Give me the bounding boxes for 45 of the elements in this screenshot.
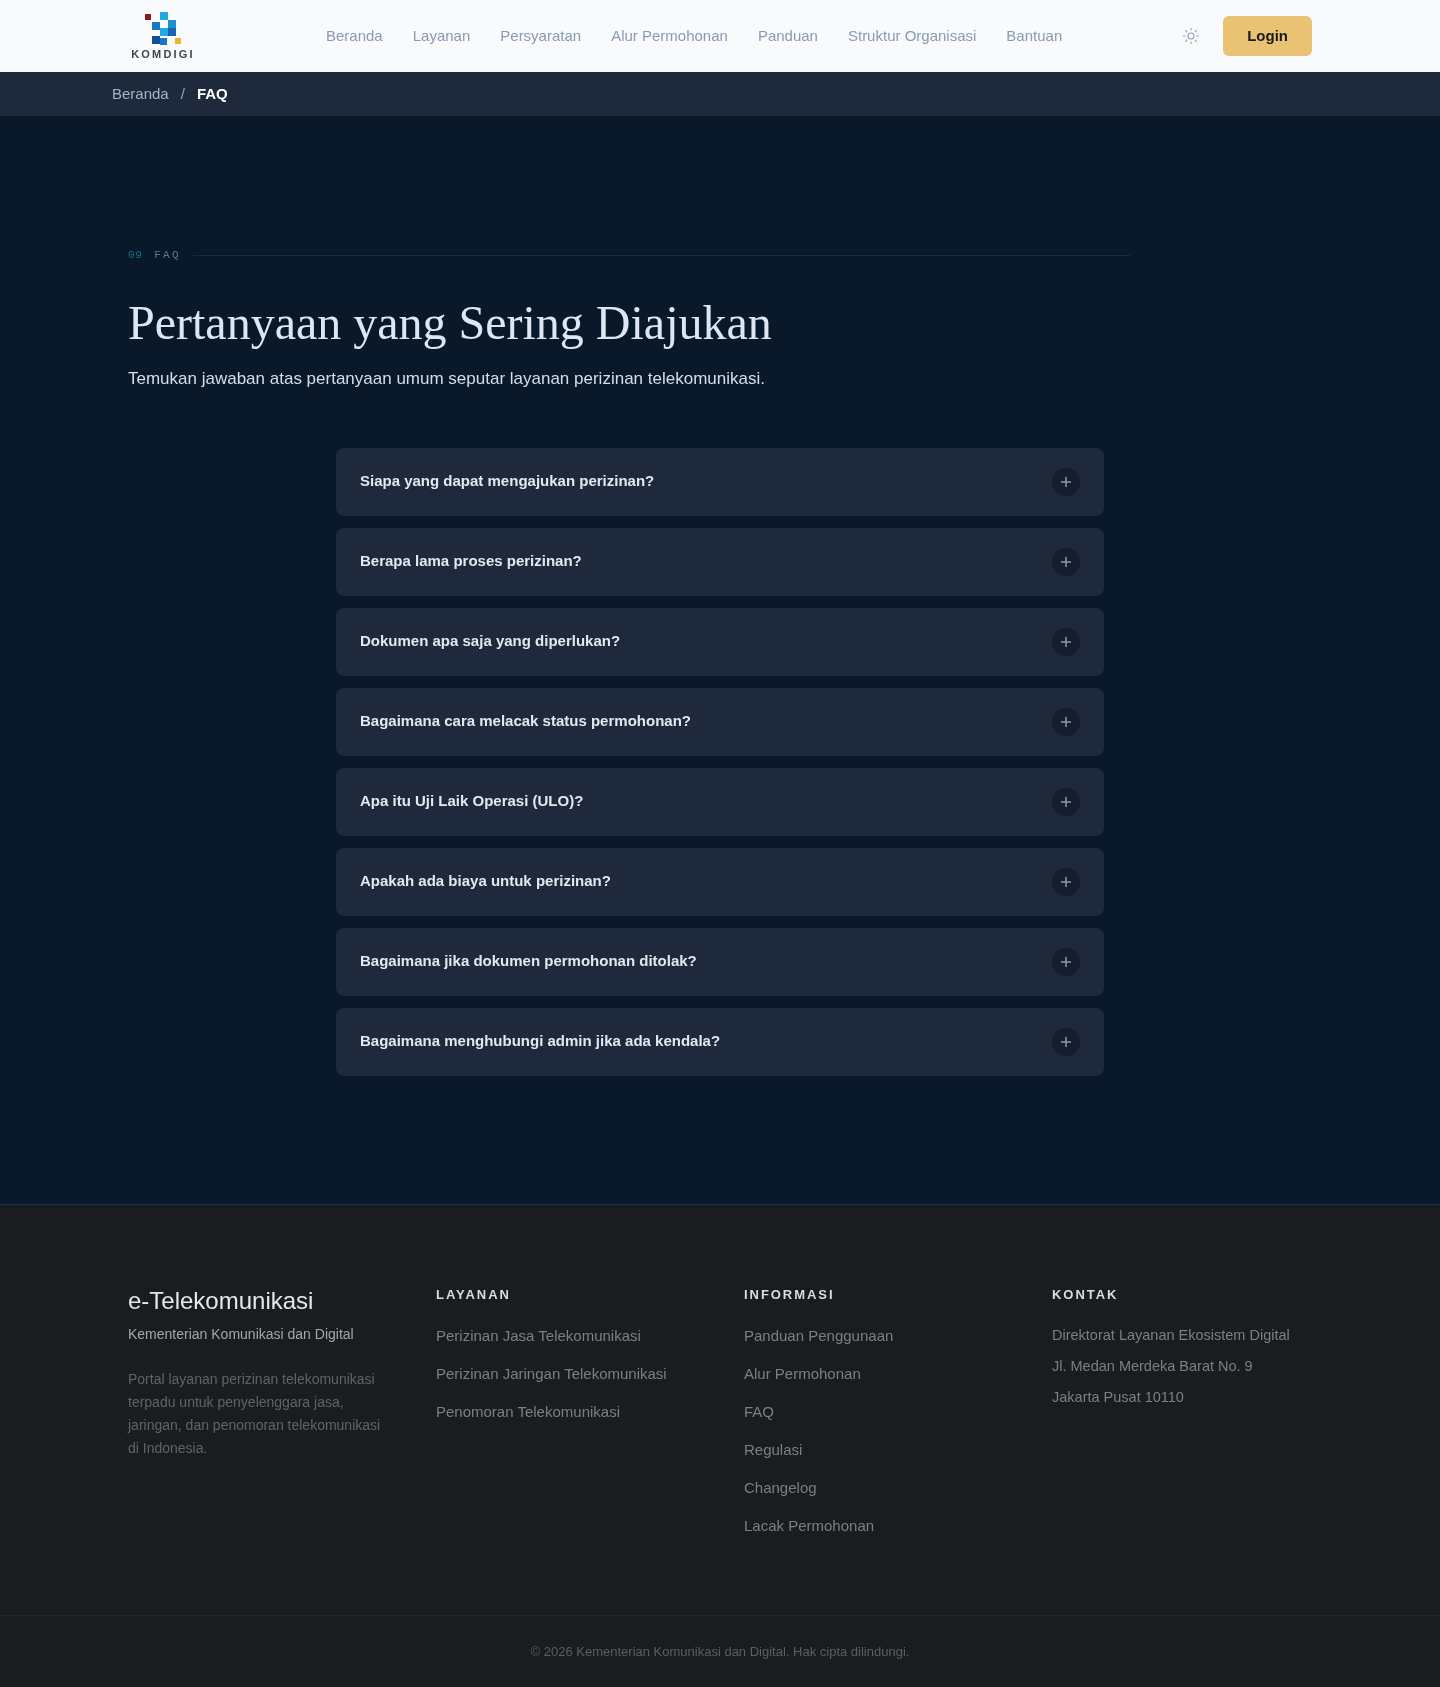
footer-link[interactable]: Perizinan Jaringan Telekomunikasi	[436, 1362, 667, 1385]
faq-question[interactable]: Bagaimana menghubungi admin jika ada kendala?	[336, 1007, 1104, 1076]
faq-question[interactable]: Dokumen apa saja yang diperlukan?	[336, 607, 1104, 676]
footer-description: Portal layanan perizinan telekomunikasi terpadu untuk penyelenggara jasa, jaringan, dan penomoran telekomunikasi di Indonesia.	[128, 1369, 382, 1458]
logo-icon	[145, 11, 181, 46]
faq-question[interactable]: Bagaimana jika dokumen permohonan ditolak?	[336, 927, 1104, 996]
footer-link[interactable]: Regulasi	[744, 1438, 803, 1461]
footer-address-line: Jl. Medan Merdeka Barat No. 9	[1052, 1356, 1254, 1376]
faq-question[interactable]: Bagaimana cara melacak status permohonan?	[336, 687, 1104, 756]
footer-address-line: Jakarta Pusat 10110	[1052, 1387, 1185, 1407]
footer-link[interactable]: Perizinan Jasa Telekomunikasi	[436, 1324, 641, 1347]
login-button[interactable]: Login	[1223, 16, 1312, 56]
footer-link[interactable]: FAQ	[744, 1400, 774, 1423]
section-number: 09	[128, 248, 143, 263]
sun-icon	[1182, 27, 1201, 45]
footer-column-heading: INFORMASI	[744, 1285, 836, 1304]
footer-brand-tagline: Kementerian Komunikasi dan Digital	[128, 1324, 355, 1344]
footer-brand-title: e-Telekomunikasi	[128, 1285, 315, 1316]
footer-address-line: Direktorat Layanan Ekosistem Digital	[1052, 1325, 1291, 1345]
faq-question[interactable]: Apa itu Uji Laik Operasi (ULO)?	[336, 767, 1104, 836]
footer-link[interactable]: Penomoran Telekomunikasi	[436, 1400, 620, 1423]
nav-link[interactable]: Alur Permohonan	[611, 24, 728, 48]
nav-link[interactable]: Beranda	[326, 24, 383, 48]
nav-link[interactable]: Panduan	[757, 24, 818, 48]
breadcrumb-separator: /	[179, 83, 186, 104]
page-subtitle: Temukan jawaban atas pertanyaan umum seputar layanan perizinan telekomunikasi.	[128, 367, 766, 390]
footer-column-heading: LAYANAN	[436, 1285, 512, 1304]
footer-link[interactable]: Changelog	[744, 1476, 817, 1499]
breadcrumb-link[interactable]: Beranda	[112, 82, 169, 106]
footer-link[interactable]: Lacak Permohonan	[744, 1514, 875, 1537]
footer-column-heading: KONTAK	[1052, 1285, 1120, 1304]
breadcrumb-link[interactable]: FAQ	[196, 82, 228, 106]
faq-question[interactable]: Berapa lama proses perizinan?	[336, 527, 1104, 596]
nav-link[interactable]: Bantuan	[1006, 24, 1063, 48]
faq-question[interactable]: Siapa yang dapat mengajukan perizinan?	[336, 447, 1104, 516]
section-label: FAQ	[154, 248, 181, 263]
nav-link[interactable]: Struktur Organisasi	[847, 24, 977, 48]
nav-link[interactable]: Persyaratan	[500, 24, 582, 48]
copyright-text: © 2026 Kementerian Komunikasi dan Digital. Hak cipta dilindungi.	[530, 1642, 910, 1661]
faq-question[interactable]: Apakah ada biaya untuk perizinan?	[336, 847, 1104, 916]
logo-text: KOMDIGI	[131, 47, 195, 61]
footer-link[interactable]: Panduan Penggunaan	[744, 1324, 894, 1347]
page-title: Pertanyaan yang Sering Diajukan	[128, 294, 773, 351]
nav-link[interactable]: Layanan	[412, 24, 471, 48]
footer-link[interactable]: Alur Permohonan	[744, 1362, 861, 1385]
